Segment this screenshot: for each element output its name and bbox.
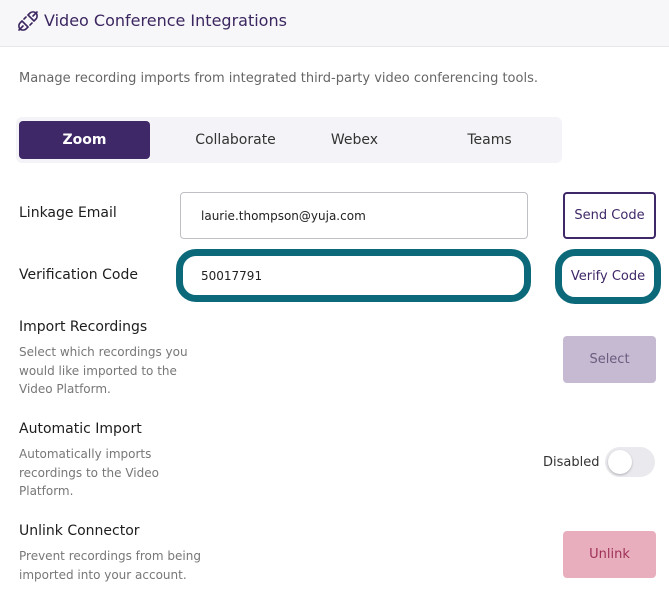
- import-recordings-label: Import Recordings: [19, 319, 148, 335]
- automatic-import-toggle[interactable]: [605, 447, 655, 477]
- integration-tabs: Zoom Collaborate Webex Teams: [16, 117, 562, 163]
- verification-code-field[interactable]: 50017791: [176, 249, 531, 302]
- verification-code-label: Verification Code: [19, 267, 138, 283]
- automatic-import-description: Automatically imports recordings to the …: [19, 447, 159, 498]
- linkage-email-field[interactable]: laurie.thompson@yuja.com: [180, 192, 528, 239]
- import-recordings-description: Select which recordings you would like i…: [19, 345, 188, 396]
- unlink-button[interactable]: Unlink: [563, 531, 656, 578]
- toggle-knob: [608, 450, 632, 474]
- linkage-email-label: Linkage Email: [19, 205, 117, 221]
- automatic-import-status: Disabled: [543, 455, 600, 470]
- verification-code-value: 50017791: [201, 268, 263, 283]
- unlink-connector-label: Unlink Connector: [19, 523, 140, 539]
- plug-icon: [16, 9, 40, 33]
- page-title: Video Conference Integrations: [44, 11, 287, 30]
- verify-code-button[interactable]: Verify Code: [555, 249, 661, 304]
- automatic-import-label: Automatic Import: [19, 421, 142, 437]
- tab-webex[interactable]: Webex: [289, 121, 420, 159]
- unlink-connector-description: Prevent recordings from being imported i…: [19, 549, 201, 582]
- select-recordings-button[interactable]: Select: [563, 336, 656, 383]
- page-header: Video Conference Integrations: [0, 0, 669, 47]
- tab-teams[interactable]: Teams: [424, 121, 555, 159]
- send-code-button[interactable]: Send Code: [563, 192, 656, 239]
- tab-collaborate[interactable]: Collaborate: [170, 121, 301, 159]
- page-description: Manage recording imports from integrated…: [19, 71, 538, 86]
- linkage-email-value: laurie.thompson@yuja.com: [201, 208, 366, 223]
- tab-zoom[interactable]: Zoom: [19, 121, 150, 159]
